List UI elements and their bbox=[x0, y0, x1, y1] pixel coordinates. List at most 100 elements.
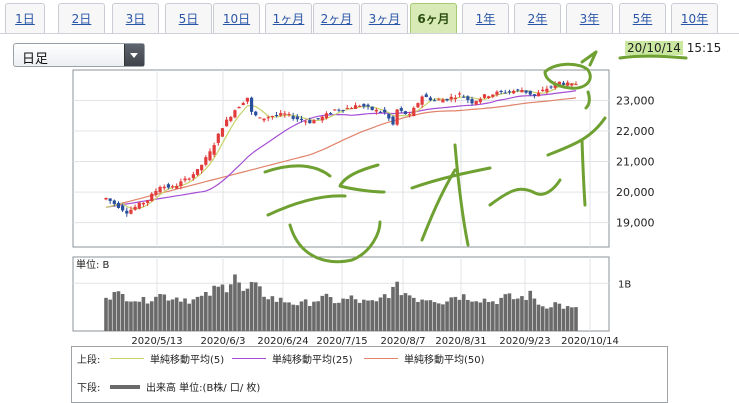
candle-body bbox=[170, 186, 175, 188]
volume-bar bbox=[574, 307, 578, 331]
volume-bar bbox=[312, 301, 316, 331]
candle-body bbox=[478, 98, 482, 103]
candle-body bbox=[266, 117, 270, 119]
volume-bar bbox=[154, 296, 158, 331]
candle-body bbox=[237, 106, 241, 109]
candle-body bbox=[341, 109, 345, 111]
volume-bar bbox=[549, 307, 553, 331]
volume-bar bbox=[499, 297, 503, 331]
volume-bar bbox=[432, 302, 437, 331]
candle-body bbox=[387, 113, 391, 119]
candle-body bbox=[528, 90, 532, 95]
volume-bar bbox=[162, 294, 167, 331]
volume-bar bbox=[553, 302, 558, 331]
candle-body bbox=[175, 185, 179, 189]
legend-lower-label: 下段: bbox=[77, 383, 101, 394]
legend-ma5-label: 単純移動平均(5) bbox=[150, 355, 225, 366]
volume-bar bbox=[262, 296, 266, 331]
volume-bar bbox=[524, 299, 528, 331]
volume-bar bbox=[228, 284, 233, 331]
volume-bar bbox=[295, 305, 300, 331]
volume-bar bbox=[145, 303, 150, 331]
candle-body bbox=[283, 113, 287, 115]
candle-body bbox=[195, 169, 200, 175]
legend-ma50-label: 単純移動平均(50) bbox=[404, 355, 485, 366]
candle-body bbox=[304, 121, 308, 123]
volume-bar bbox=[561, 308, 566, 331]
volume-bar bbox=[291, 304, 295, 331]
volume-bar bbox=[387, 298, 391, 331]
volume-bar bbox=[116, 291, 121, 331]
candle-body bbox=[166, 184, 170, 188]
candle-body bbox=[212, 145, 216, 155]
candle-body bbox=[141, 202, 146, 205]
volume-bar bbox=[453, 296, 458, 331]
volume-bar bbox=[133, 301, 137, 331]
candle-body bbox=[362, 103, 366, 107]
price-tick-label: 19,000 bbox=[616, 217, 655, 230]
volume-bar bbox=[249, 281, 254, 331]
candle-body bbox=[466, 96, 470, 100]
candle-body bbox=[445, 98, 449, 101]
volume-bar bbox=[391, 286, 395, 331]
legend-ma50-swatch bbox=[364, 358, 398, 359]
volume-bar bbox=[308, 305, 312, 331]
legend-ma5: 単純移動平均(5) bbox=[110, 351, 224, 366]
legend-volume: 出来高 単位:(B株/ 口/ 枚) bbox=[110, 379, 260, 394]
candle-body bbox=[570, 83, 574, 86]
candle-body bbox=[162, 186, 166, 189]
volume-bar bbox=[491, 301, 495, 331]
volume-bar bbox=[158, 294, 162, 331]
candle-body bbox=[254, 111, 258, 116]
candle-body bbox=[270, 116, 274, 118]
volume-bar bbox=[507, 293, 512, 331]
candle-body bbox=[179, 181, 183, 187]
candle-body bbox=[428, 97, 433, 101]
price-tick-label: 21,000 bbox=[616, 156, 655, 169]
volume-bar bbox=[328, 297, 333, 331]
volume-bar bbox=[570, 307, 574, 331]
volume-bar bbox=[528, 290, 533, 331]
volume-bar bbox=[357, 302, 362, 331]
volume-bar bbox=[520, 296, 524, 331]
legend-ma25: 単純移動平均(25) bbox=[232, 351, 353, 366]
volume-bar bbox=[204, 291, 208, 331]
candle-body bbox=[370, 106, 374, 110]
candle-body bbox=[532, 94, 537, 96]
volume-bar bbox=[428, 300, 433, 331]
legend-volume-label: 出来高 単位:(B株/ 口/ 枚) bbox=[146, 383, 261, 394]
candle-body bbox=[216, 133, 220, 143]
candle-body bbox=[249, 97, 254, 112]
volume-bar bbox=[466, 299, 470, 331]
volume-bar bbox=[137, 301, 142, 331]
candle-body bbox=[491, 94, 495, 97]
volume-bar bbox=[187, 303, 191, 331]
candle-body bbox=[432, 100, 437, 102]
volume-bar bbox=[258, 286, 262, 331]
volume-bar bbox=[287, 302, 291, 331]
candle-body bbox=[487, 96, 491, 98]
candle-body bbox=[345, 107, 349, 109]
candle-body bbox=[536, 92, 541, 97]
volume-bar bbox=[382, 294, 387, 331]
candle-body bbox=[137, 202, 141, 209]
volume-bar bbox=[179, 301, 183, 331]
volume-bar bbox=[124, 301, 129, 331]
candle-body bbox=[503, 92, 507, 94]
volume-bar bbox=[503, 294, 508, 331]
candle-body bbox=[457, 93, 462, 95]
candle-body bbox=[512, 90, 516, 94]
candle-body bbox=[150, 193, 154, 201]
candle-body bbox=[549, 86, 553, 88]
annotation-stroke bbox=[618, 54, 688, 60]
price-panel bbox=[72, 69, 610, 248]
candle-body bbox=[574, 84, 578, 86]
volume-bar bbox=[420, 299, 424, 331]
candle-body bbox=[374, 109, 378, 112]
volume-bar bbox=[370, 300, 374, 331]
volume-bar bbox=[237, 282, 241, 331]
volume-bar bbox=[241, 290, 246, 331]
candle-body bbox=[561, 82, 566, 85]
volume-bar bbox=[362, 299, 366, 331]
price-tick-label: 22,000 bbox=[616, 125, 655, 138]
